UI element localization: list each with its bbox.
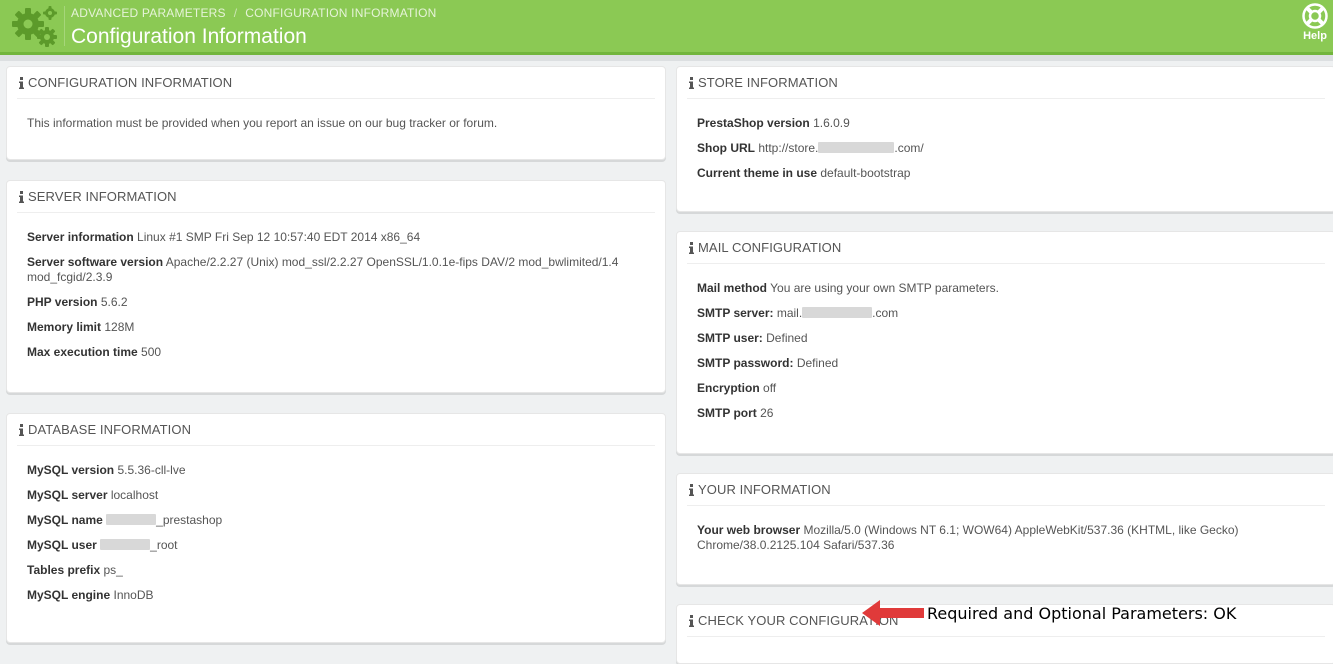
panel-heading: DATABASE INFORMATION [17, 414, 655, 446]
mail-method-row: Mail method You are using your own SMTP … [697, 281, 999, 295]
page-header: ADVANCED PARAMETERS / CONFIGURATION INFORM… [0, 0, 1333, 55]
panel-title: MAIL CONFIGURATION [698, 240, 842, 255]
server-information-panel: SERVER INFORMATION Server information Li… [6, 180, 666, 393]
info-icon [687, 614, 695, 627]
web-browser-row: Your web browser Mozilla/5.0 (Windows NT… [697, 523, 1239, 552]
annotation-text: Required and Optional Parameters: OK [927, 604, 1237, 623]
current-theme-row: Current theme in use default-bootstrap [697, 166, 911, 180]
configuration-information-panel: CONFIGURATION INFORMATION This informati… [6, 66, 666, 160]
config-help-text: This information must be provided when y… [27, 116, 498, 130]
panel-title: SERVER INFORMATION [28, 189, 177, 204]
help-label: Help [1303, 30, 1327, 42]
encryption-row: Encryption off [697, 381, 777, 395]
smtp-port-row: SMTP port 26 [697, 406, 774, 420]
panel-heading: SERVER INFORMATION [17, 181, 655, 213]
mysql-version-row: MySQL version 5.5.36-cll-lve [27, 463, 186, 477]
mail-configuration-panel: MAIL CONFIGURATION Mail method You are u… [676, 231, 1333, 454]
panel-title: YOUR INFORMATION [698, 482, 831, 497]
breadcrumb-item-configuration-information[interactable]: CONFIGURATION INFORMATION [245, 6, 436, 20]
mysql-server-row: MySQL server localhost [27, 488, 159, 502]
redacted-text [106, 514, 157, 525]
redacted-text [818, 142, 895, 153]
redacted-text [100, 539, 151, 550]
max-execution-time-row: Max execution time 500 [27, 345, 162, 359]
breadcrumb: ADVANCED PARAMETERS / CONFIGURATION INFORM… [71, 6, 436, 20]
breadcrumb-item-advanced-parameters[interactable]: ADVANCED PARAMETERS [71, 6, 226, 20]
shop-url-row: Shop URL http://store. .com/ [697, 141, 924, 155]
tables-prefix-row: Tables prefix ps_ [27, 563, 123, 577]
mysql-name-row: MySQL name _prestashop [27, 513, 223, 527]
mysql-user-row: MySQL user _root [27, 538, 178, 552]
redacted-text [802, 307, 873, 318]
smtp-user-row: SMTP user: Defined [697, 331, 808, 345]
smtp-password-row: SMTP password: Defined [697, 356, 839, 370]
help-button[interactable]: Help [1299, 3, 1331, 42]
info-icon [687, 76, 695, 89]
php-version-row: PHP version 5.6.2 [27, 295, 128, 309]
breadcrumb-separator: / [233, 6, 238, 20]
header-divider [64, 6, 65, 46]
lifebuoy-icon [1302, 3, 1328, 29]
info-icon [17, 190, 25, 203]
store-information-panel: STORE INFORMATION PrestaShop version 1.6… [676, 66, 1333, 212]
panel-heading: CONFIGURATION INFORMATION [17, 67, 655, 99]
mysql-engine-row: MySQL engine InnoDB [27, 588, 154, 602]
gears-icon [12, 6, 57, 47]
info-icon [687, 483, 695, 496]
info-icon [687, 241, 695, 254]
panel-heading: MAIL CONFIGURATION [687, 232, 1325, 264]
info-icon [17, 423, 25, 436]
panel-heading: STORE INFORMATION [687, 67, 1325, 99]
server-info-row: Server information Linux #1 SMP Fri Sep … [27, 230, 421, 244]
red-arrow-icon [862, 600, 924, 626]
prestashop-version-row: PrestaShop version 1.6.0.9 [697, 116, 850, 130]
page-title: Configuration Information [71, 25, 307, 48]
toolbar-strip [0, 55, 1333, 61]
your-information-panel: YOUR INFORMATION Your web browser Mozill… [676, 473, 1333, 585]
database-information-panel: DATABASE INFORMATION MySQL version 5.5.3… [6, 413, 666, 643]
panel-title: STORE INFORMATION [698, 75, 838, 90]
memory-limit-row: Memory limit 128M [27, 320, 135, 334]
panel-title: CONFIGURATION INFORMATION [28, 75, 233, 90]
panel-title: DATABASE INFORMATION [28, 422, 192, 437]
server-software-row: Server software version Apache/2.2.27 (U… [27, 255, 619, 284]
info-icon [17, 76, 25, 89]
panel-heading: YOUR INFORMATION [687, 474, 1325, 506]
smtp-server-row: SMTP server: mail. .com [697, 306, 899, 320]
